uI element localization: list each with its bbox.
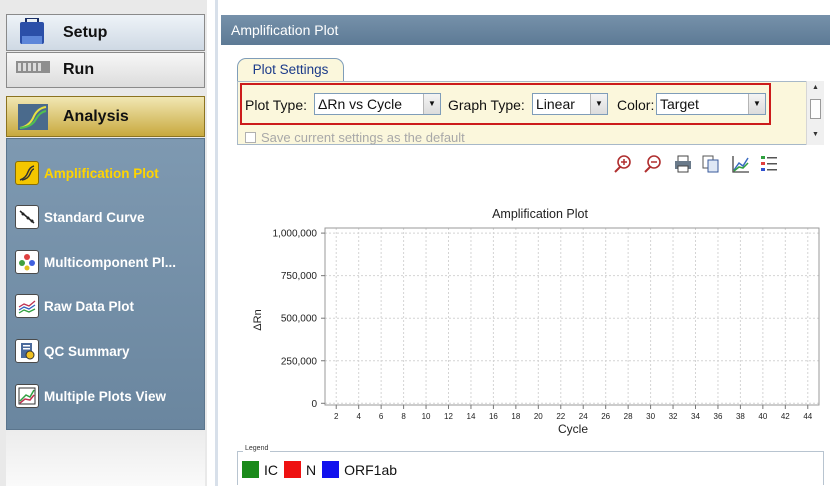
x-tick-label: 8: [401, 412, 406, 421]
x-tick-label: 4: [356, 412, 361, 421]
settings-scrollbar[interactable]: ▲ ▼: [806, 81, 824, 145]
legend-swatch-orf1ab: [322, 461, 340, 478]
legend-item-orf1ab[interactable]: ORF1ab: [322, 461, 397, 478]
y-tick-label: 0: [311, 399, 317, 410]
legend-items: IC N ORF1ab: [242, 461, 403, 478]
x-axis-ticks: 2 4 6 8 10 12 14 16 18 20 22 24 26 28 30 32 34 36 38 40 42 44: [334, 405, 813, 421]
x-tick-label: 38: [736, 412, 745, 421]
run-label: Run: [63, 61, 95, 78]
tab-plot-settings[interactable]: Plot Settings: [237, 58, 344, 82]
x-tick-label: 36: [714, 412, 723, 421]
menu-item-multicomponent-plot[interactable]: Multicomponent Pl...: [15, 247, 176, 277]
analysis-label: Analysis: [63, 107, 129, 125]
legend-label-ic: IC: [264, 461, 278, 478]
x-tick-label: 14: [467, 412, 476, 421]
scroll-thumb[interactable]: [810, 99, 821, 119]
y-axis-ticks: 1,000,000 750,000 500,000 250,000 0: [273, 229, 325, 410]
x-tick-label: 34: [691, 412, 700, 421]
legend-caption: Legend: [243, 445, 271, 452]
menu-item-multiple-plots-view[interactable]: Multiple Plots View: [15, 381, 166, 411]
plot-properties-icon[interactable]: [730, 153, 752, 175]
x-tick-label: 10: [422, 412, 431, 421]
x-tick-label: 22: [556, 412, 565, 421]
x-tick-label: 42: [781, 412, 790, 421]
setup-button[interactable]: Setup: [6, 14, 205, 51]
x-tick-label: 30: [646, 412, 655, 421]
highlight-frame: [240, 83, 771, 125]
legend-swatch-ic: [242, 461, 259, 478]
menu-item-qc-summary[interactable]: QC Summary: [15, 336, 130, 366]
amplification-chart[interactable]: 1,000,000750,000500,000250,0000 2 4 6 8 10 12…: [221, 220, 830, 440]
x-tick-label: 44: [803, 412, 812, 421]
zoom-out-icon[interactable]: [642, 153, 664, 175]
x-tick-label: 20: [534, 412, 543, 421]
nav-bottom-area: [6, 430, 205, 486]
x-tick-label: 28: [624, 412, 633, 421]
legend-label-orf1ab: ORF1ab: [344, 461, 398, 478]
legend-toggle-icon[interactable]: [758, 153, 780, 175]
legend-label-n: N: [306, 461, 317, 478]
panel-divider[interactable]: [215, 0, 218, 486]
run-icon: [16, 61, 50, 73]
y-axis-label: ΔRn: [252, 309, 264, 330]
y-tick-label: 750,000: [281, 271, 318, 282]
scroll-up-icon[interactable]: ▲: [807, 82, 824, 94]
x-tick-label: 24: [579, 412, 588, 421]
menu-item-raw-data-plot[interactable]: Raw Data Plot: [15, 291, 134, 321]
scroll-down-icon[interactable]: ▼: [807, 129, 824, 141]
x-tick-label: 40: [758, 412, 767, 421]
copy-icon[interactable]: [700, 153, 722, 175]
standard-curve-icon: [15, 205, 39, 229]
y-tick-label: 1,000,000: [273, 229, 318, 240]
chart-title: Amplification Plot: [492, 207, 588, 221]
setup-label: Setup: [63, 23, 108, 41]
run-button[interactable]: Run: [6, 52, 205, 88]
y-tick-label: 500,000: [281, 314, 318, 325]
legend-item-ic[interactable]: IC: [242, 461, 278, 478]
navigation-sidebar: Setup Run Analysis Amplification Plot St…: [0, 0, 207, 486]
x-tick-label: 12: [444, 412, 453, 421]
raw-data-plot-icon: [15, 294, 39, 318]
x-tick-label: 32: [669, 412, 678, 421]
y-tick-label: 250,000: [281, 356, 318, 367]
x-tick-label: 2: [334, 412, 339, 421]
x-tick-label: 18: [511, 412, 520, 421]
panel-title: Amplification Plot: [231, 22, 339, 38]
qc-summary-icon: [15, 339, 39, 363]
panel-header: Amplification Plot: [221, 15, 830, 45]
multicomponent-plot-icon: [15, 250, 39, 274]
chart-grid: [325, 228, 819, 405]
menu-item-amplification-plot[interactable]: Amplification Plot: [15, 158, 159, 188]
amplification-plot-icon: [15, 161, 39, 185]
save-default-label: Save current settings as the default: [261, 130, 465, 145]
setup-icon: [20, 17, 44, 44]
legend-item-n[interactable]: N: [284, 461, 316, 478]
legend-swatch-n: [284, 461, 301, 478]
zoom-in-icon[interactable]: [612, 153, 634, 175]
checkbox-box: [245, 132, 256, 143]
plot-frame: [324, 227, 820, 406]
analysis-menu: Amplification Plot Standard Curve Multic…: [6, 138, 205, 430]
x-tick-label: 16: [489, 412, 498, 421]
analysis-button[interactable]: Analysis: [6, 96, 205, 137]
multiple-plots-view-icon: [15, 384, 39, 408]
x-axis-label: Cycle: [558, 422, 588, 436]
analysis-icon: [18, 103, 48, 130]
menu-item-standard-curve[interactable]: Standard Curve: [15, 202, 145, 232]
save-default-checkbox[interactable]: Save current settings as the default: [245, 130, 465, 145]
print-icon[interactable]: [672, 153, 694, 175]
x-tick-label: 6: [379, 412, 384, 421]
x-tick-label: 26: [601, 412, 610, 421]
